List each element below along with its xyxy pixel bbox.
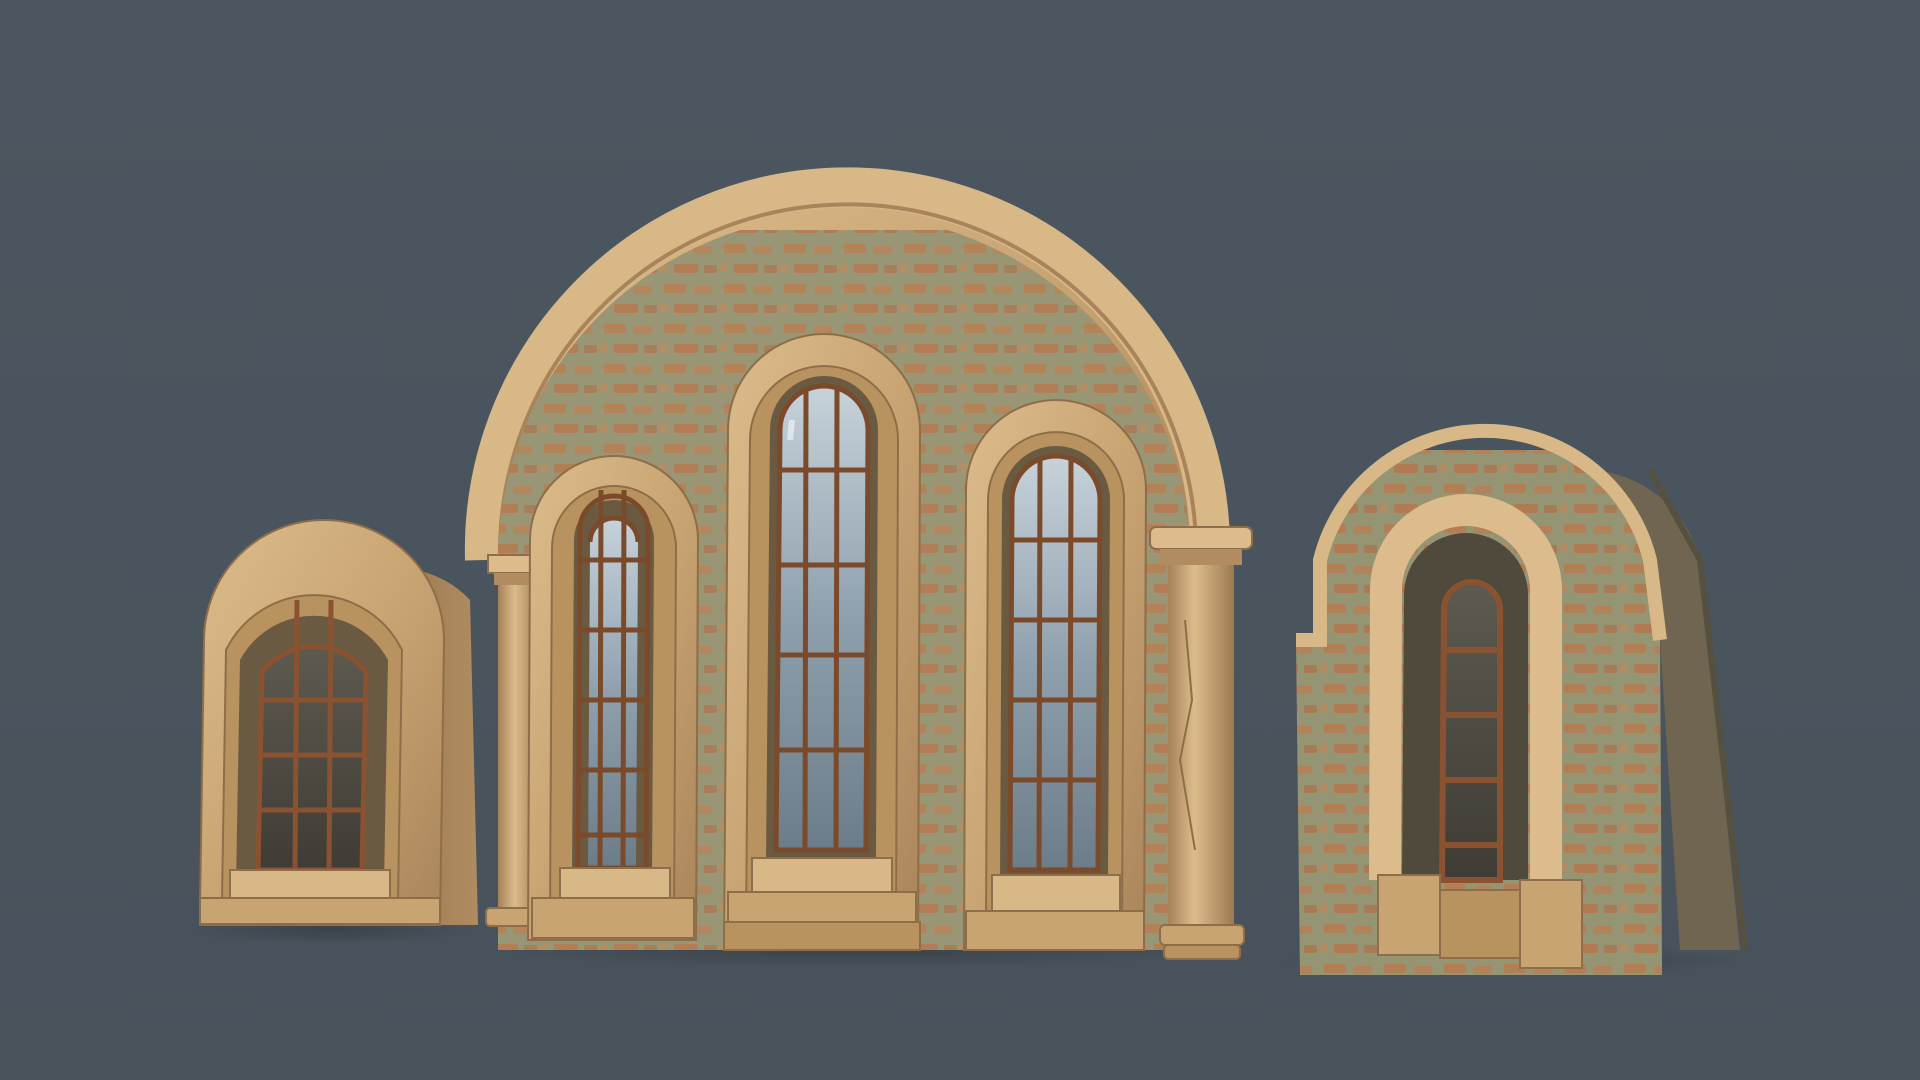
arched-niche-window-wall bbox=[1296, 423, 1748, 975]
small-arched-window bbox=[199, 519, 478, 926]
window-right bbox=[962, 399, 1148, 951]
window-center bbox=[722, 333, 922, 951]
triple-arched-window-wall bbox=[464, 167, 1253, 960]
3d-render-scene bbox=[0, 0, 1920, 1080]
window-left bbox=[526, 455, 700, 941]
render-canvas bbox=[0, 0, 1920, 1080]
